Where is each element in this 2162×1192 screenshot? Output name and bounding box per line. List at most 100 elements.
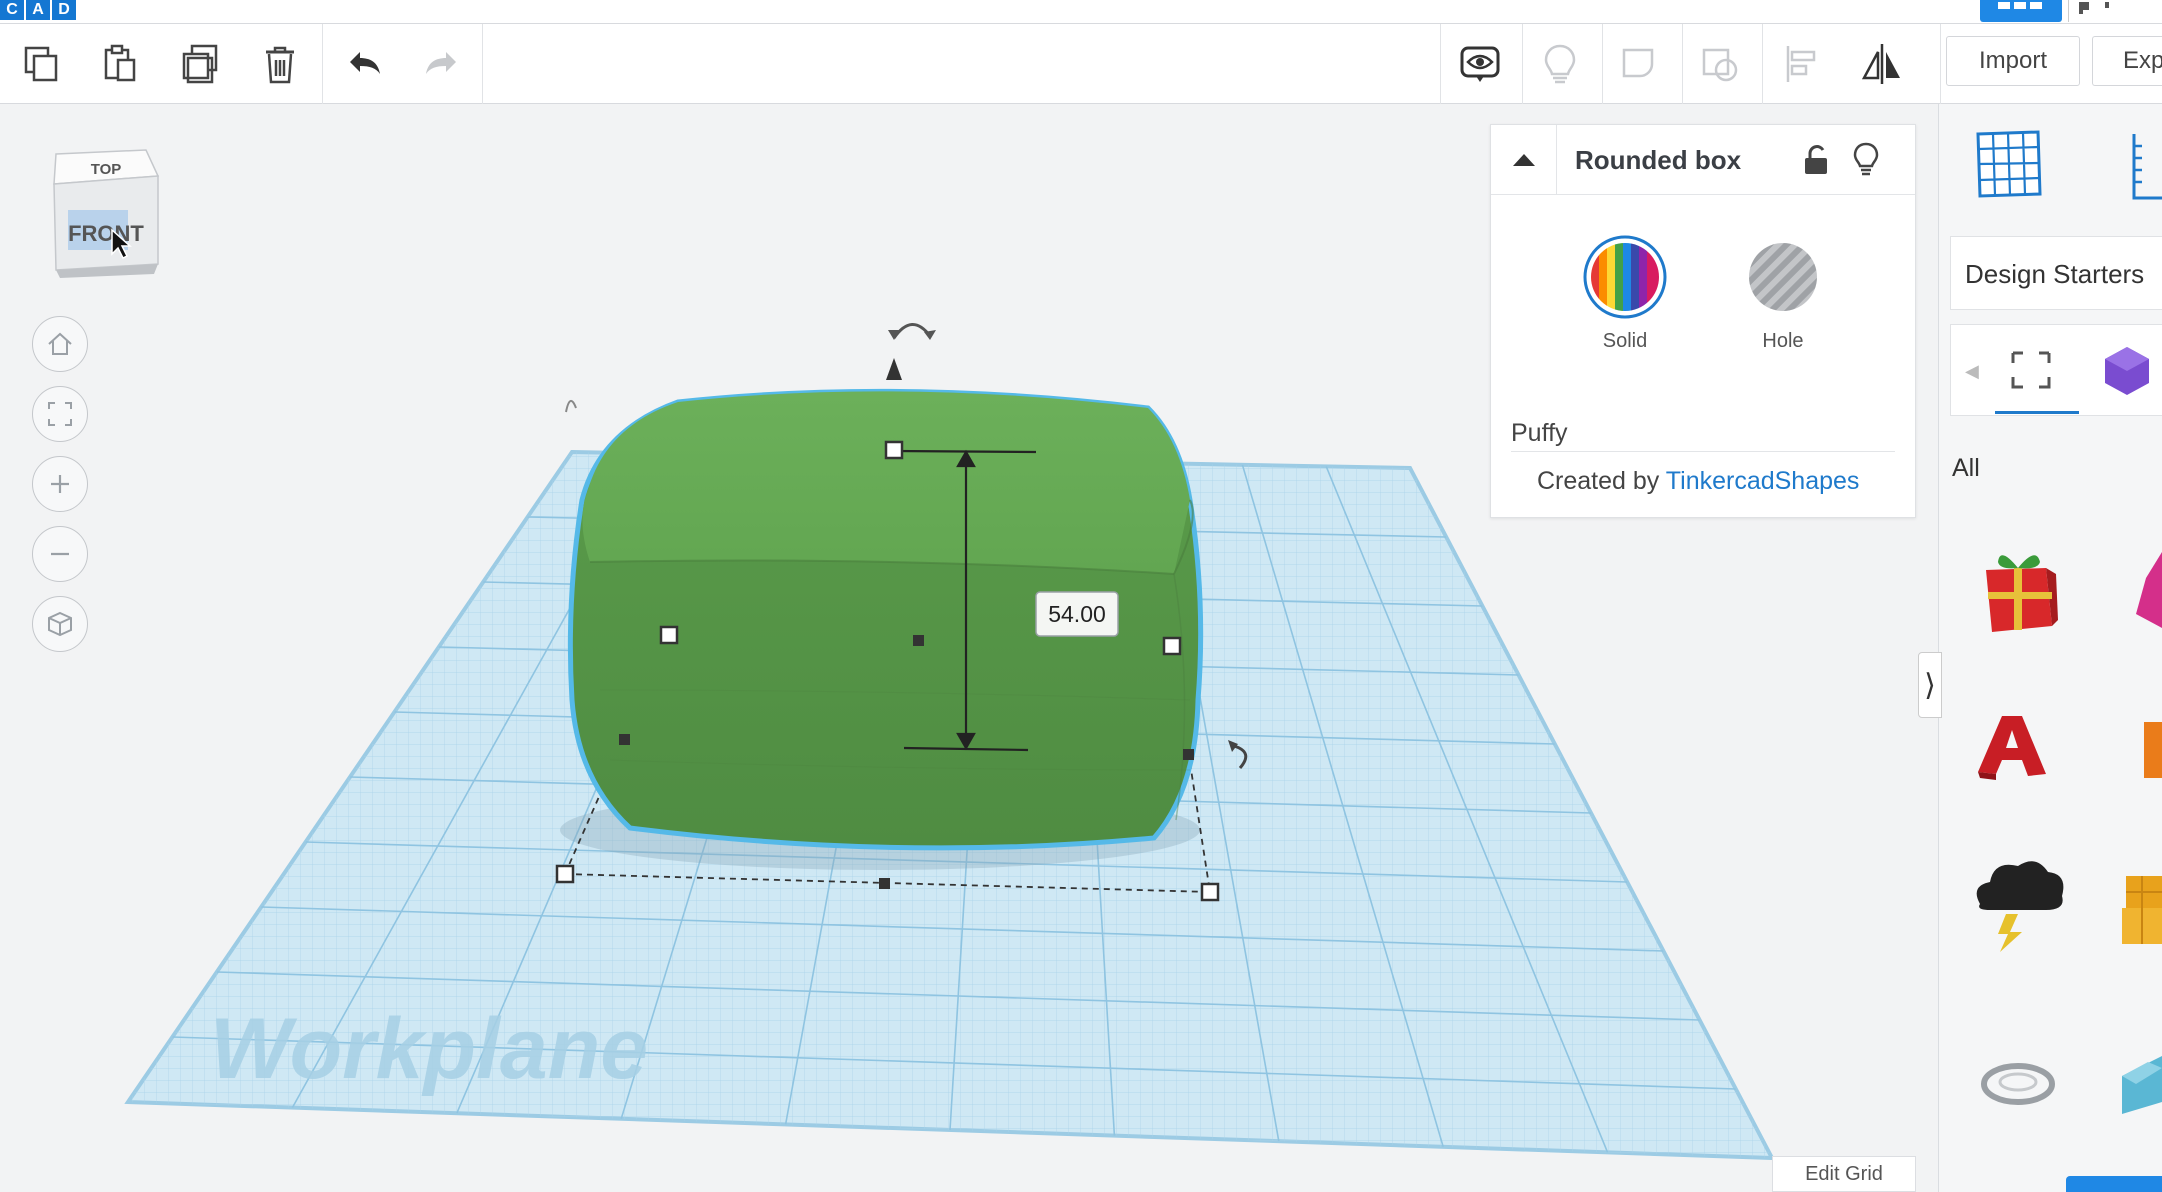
lift-arrow-icon[interactable] — [886, 358, 902, 380]
toolbar-divider — [1682, 24, 1683, 104]
teal-shape-icon[interactable] — [2118, 1046, 2162, 1116]
ungroup-button[interactable] — [1696, 40, 1744, 88]
show-all-button[interactable] — [1456, 40, 1504, 88]
hole-swatch-icon — [1749, 243, 1817, 311]
rotate-handle-left[interactable] — [565, 400, 577, 413]
workplane-label: Workplane — [210, 1001, 648, 1097]
blocks-view-toggle[interactable] — [2068, 0, 2162, 22]
ruler-tool-icon[interactable] — [2120, 128, 2162, 208]
inspector-title: Rounded box — [1575, 145, 1742, 175]
mirror-button[interactable] — [1858, 40, 1906, 88]
design-starters-dropdown[interactable]: Design Starters — [1950, 236, 2162, 310]
orange-shape-icon[interactable] — [2140, 712, 2162, 788]
toolbar-divider — [322, 24, 323, 104]
toolbar-divider — [482, 24, 483, 104]
align-button[interactable] — [1778, 40, 1826, 88]
inspector-header: Rounded box — [1491, 125, 1915, 195]
solid-label: Solid — [1602, 330, 1648, 352]
dimension-value-box[interactable]: 54.00 — [1035, 591, 1119, 637]
zoom-in-button[interactable] — [32, 456, 88, 512]
undo-icon — [350, 52, 380, 74]
align-icon — [1786, 46, 1816, 82]
shape-category-icon[interactable] — [2097, 343, 2157, 399]
storm-cloud-shape-icon[interactable] — [1966, 854, 2070, 954]
undo-button[interactable] — [340, 40, 388, 88]
workplane-tool-icon[interactable] — [1974, 126, 2044, 200]
paste-icon — [104, 44, 136, 82]
duplicate-icon — [182, 44, 218, 84]
gift-box-shape-icon[interactable] — [1976, 540, 2062, 640]
divider — [1511, 451, 1895, 452]
edit-grid-button[interactable]: Edit Grid — [1772, 1156, 1916, 1192]
import-button[interactable]: Import — [1946, 36, 2080, 86]
redo-icon — [426, 52, 456, 74]
inspector-collapse-button[interactable] — [1491, 125, 1557, 195]
front-right-handle[interactable] — [1200, 882, 1220, 902]
logo-letter: A — [26, 0, 50, 20]
group-button[interactable] — [1616, 40, 1664, 88]
plus-icon — [51, 475, 69, 493]
chevron-left-icon[interactable]: ◀ — [1965, 361, 1979, 382]
panel-collapse-button[interactable]: ⟩ — [1918, 652, 1942, 718]
zoom-out-button[interactable] — [32, 526, 88, 582]
logo-letter: C — [0, 0, 24, 20]
snap-grid-button[interactable] — [2066, 1176, 2162, 1192]
hide-button[interactable] — [1536, 40, 1584, 88]
back-left-handle[interactable] — [659, 625, 679, 645]
lightbulb-icon[interactable] — [1849, 141, 1883, 177]
home-view-button[interactable] — [32, 316, 88, 372]
title-strip: C A D — [0, 0, 2162, 24]
created-by-prefix: Created by — [1537, 467, 1660, 495]
trash-icon — [266, 46, 294, 84]
created-by-line: Created by TinkercadShapes — [1537, 467, 1859, 496]
cube-icon — [48, 611, 72, 637]
front-left-handle[interactable] — [555, 864, 575, 884]
caret-up-icon — [1512, 154, 1535, 166]
fit-view-button[interactable] — [32, 386, 88, 442]
duplicate-button[interactable] — [176, 40, 224, 88]
copy-button[interactable] — [18, 40, 66, 88]
view-cube-front-label: FRONT — [68, 221, 144, 246]
paste-button[interactable] — [96, 40, 144, 88]
back-right-handle[interactable] — [1162, 636, 1182, 656]
creator-link[interactable]: TinkercadShapes — [1666, 467, 1860, 495]
hole-button[interactable] — [1741, 235, 1825, 319]
grid-view-icon — [1998, 2, 2042, 9]
chevron-right-icon: ⟩ — [1924, 668, 1936, 702]
solid-color-button[interactable] — [1583, 235, 1667, 319]
copy-icon — [24, 46, 58, 82]
shape-inspector: Rounded box Solid Hole Puffy Created by … — [1490, 124, 1916, 518]
blocks-view-icon — [2079, 2, 2109, 14]
group-icon — [1622, 48, 1654, 78]
ring-shape-icon[interactable] — [1980, 1058, 2056, 1110]
redo-button[interactable] — [418, 40, 466, 88]
show-all-icon — [1460, 46, 1500, 82]
fit-icon — [48, 402, 72, 426]
top-handle[interactable] — [884, 440, 904, 460]
lightbulb-icon — [1544, 44, 1576, 84]
3d-view-toggle[interactable] — [1980, 0, 2062, 22]
app-window: C A D Import Exp Workplane 54.00 TOP FRO… — [0, 0, 2162, 1192]
letter-a-shape-icon[interactable] — [1972, 710, 2052, 786]
toolbar-divider — [1440, 24, 1441, 104]
cubes-shape-icon[interactable] — [2116, 860, 2162, 956]
delete-button[interactable] — [256, 40, 304, 88]
perspective-button[interactable] — [32, 596, 88, 652]
app-logo[interactable]: C A D — [0, 0, 76, 20]
unlock-icon[interactable] — [1799, 143, 1833, 177]
shape-name: Puffy — [1511, 419, 1568, 447]
toolbar-divider — [1602, 24, 1603, 104]
toolbar-divider — [1940, 24, 1941, 104]
export-button[interactable]: Exp — [2092, 36, 2162, 86]
active-tab-indicator — [1995, 411, 2079, 414]
pink-shape-icon[interactable] — [2132, 548, 2162, 638]
dimension-value: 54.00 — [1048, 601, 1106, 627]
featured-category-icon[interactable] — [2001, 345, 2061, 395]
rotate-handle-top[interactable] — [886, 323, 936, 380]
all-shapes-label: All — [1952, 454, 1980, 482]
view-cube[interactable]: TOP FRONT — [46, 140, 166, 290]
category-strip: ◀ — [1950, 324, 2162, 416]
logo-letter: D — [52, 0, 76, 20]
home-icon — [48, 332, 72, 355]
hole-label: Hole — [1762, 330, 1804, 352]
